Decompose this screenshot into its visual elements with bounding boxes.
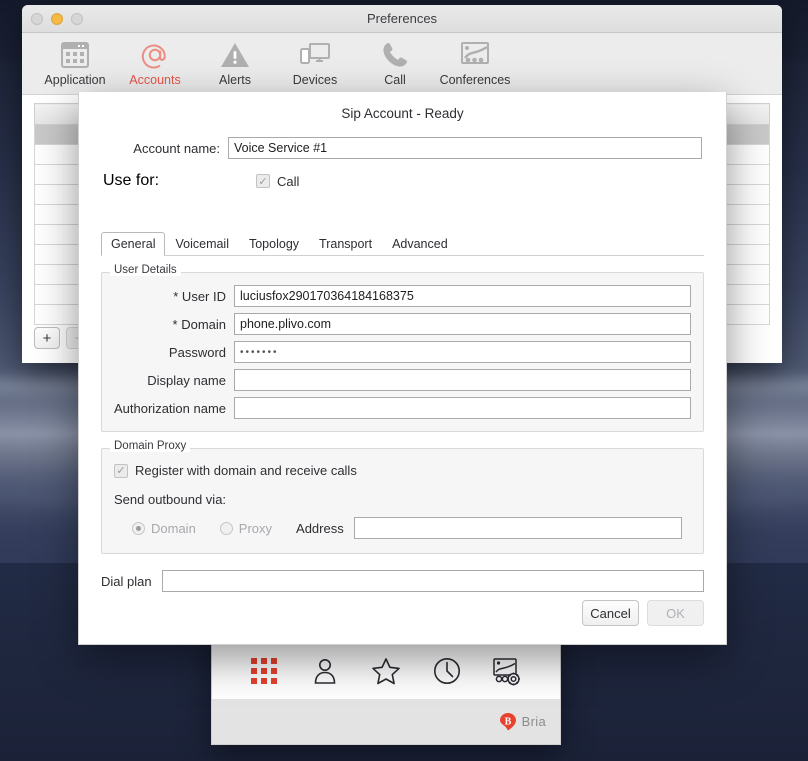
authorization-name-label: Authorization name [114,401,234,416]
tab-general[interactable]: General [101,232,165,256]
tab-topology[interactable]: Topology [239,232,309,256]
dial-plan-label: Dial plan [101,574,162,589]
bria-brand-label: Bria [522,714,546,729]
at-sign-icon [140,40,170,70]
password-label: Password [114,345,234,360]
ok-button: OK [647,600,704,626]
display-name-row: Display name [114,369,691,391]
dial-plan-row: Dial plan [101,570,704,592]
user-details-group-title: User Details [110,264,181,276]
use-for-call-checkbox: ✓ [256,174,270,188]
toolbar-item-application[interactable]: Application [36,38,114,87]
register-with-domain-label: Register with domain and receive calls [135,463,357,478]
sip-dialog-buttons: Cancel OK [79,600,726,644]
authorization-name-row: Authorization name [114,397,691,419]
warning-triangle-icon [220,40,250,70]
bria-footer: B Bria [212,699,560,744]
toolbar-item-label: Application [44,73,105,87]
address-label: Address [296,521,344,536]
toolbar-item-conferences[interactable]: Conferences [436,38,514,87]
authorization-name-input[interactable] [234,397,691,419]
toolbar-item-label: Devices [293,73,337,87]
radio-domain-wrap: Domain [132,521,220,536]
account-name-row: Account name: [79,137,726,159]
toolbar-item-call[interactable]: Call [356,38,434,87]
send-outbound-label: Send outbound via: [114,492,691,507]
domain-proxy-group-title: Domain Proxy [110,440,190,452]
sip-tab-bar: General Voicemail Topology Transport Adv… [79,232,726,256]
bria-tab-bar [212,642,560,699]
phone-handset-icon [381,40,409,70]
conference-settings-icon[interactable] [490,653,526,689]
toolbar-item-label: Call [384,73,406,87]
tab-advanced[interactable]: Advanced [382,232,458,256]
bria-brand: B Bria [499,712,546,731]
user-id-label: * User ID [114,289,234,304]
dialpad-grid-icon[interactable] [246,653,282,689]
radio-proxy-wrap: Proxy [220,521,296,536]
display-name-label: Display name [114,373,234,388]
svg-text:B: B [504,716,511,727]
account-name-label: Account name: [103,141,228,156]
preferences-window-title: Preferences [22,11,782,26]
domain-input[interactable] [234,313,691,335]
domain-row: * Domain [114,313,691,335]
clock-history-icon[interactable] [429,653,465,689]
domain-label: * Domain [114,317,234,332]
toolbar-item-label: Accounts [129,73,180,87]
toolbar-item-alerts[interactable]: Alerts [196,38,274,87]
toolbar-item-label: Conferences [440,73,511,87]
monitor-phone-icon [299,40,331,70]
tab-voicemail[interactable]: Voicemail [165,232,239,256]
contact-person-icon[interactable] [307,653,343,689]
user-details-group: User Details * User ID * Domain Password… [101,272,704,432]
sip-dialog-title: Sip Account - Ready [79,92,726,121]
radio-domain-label: Domain [151,521,196,536]
star-favorites-icon[interactable] [368,653,404,689]
add-account-button[interactable]: + [34,327,60,349]
sip-account-dialog: Sip Account - Ready Account name: Use fo… [78,92,727,645]
preferences-toolbar: Application Accounts Alerts [22,33,782,95]
send-outbound-options-row: Domain Proxy Address [114,517,691,539]
cancel-button[interactable]: Cancel [582,600,639,626]
address-input[interactable] [354,517,682,539]
dial-plan-input[interactable] [162,570,704,592]
preferences-titlebar: Preferences [22,5,782,33]
domain-proxy-group: Domain Proxy ✓ Register with domain and … [101,448,704,554]
register-with-domain-checkbox: ✓ [114,464,128,478]
use-for-row: Use for: ✓ Call [79,172,726,190]
tab-transport[interactable]: Transport [309,232,382,256]
user-id-row: * User ID [114,285,691,307]
display-name-input[interactable] [234,369,691,391]
use-for-call-label: Call [277,174,299,189]
toolbar-item-label: Alerts [219,73,251,87]
register-with-domain-row: ✓ Register with domain and receive calls [114,463,691,478]
toolbar-item-devices[interactable]: Devices [276,38,354,87]
use-for-label: Use for: [103,172,256,190]
account-name-input[interactable] [228,137,702,159]
application-grid-icon [61,40,89,70]
radio-proxy [220,522,233,535]
bria-logo-icon: B [499,712,517,731]
radio-domain [132,522,145,535]
password-input[interactable] [234,341,691,363]
radio-proxy-label: Proxy [239,521,272,536]
conference-board-icon [459,40,491,70]
toolbar-item-accounts[interactable]: Accounts [116,38,194,87]
password-row: Password [114,341,691,363]
user-id-input[interactable] [234,285,691,307]
